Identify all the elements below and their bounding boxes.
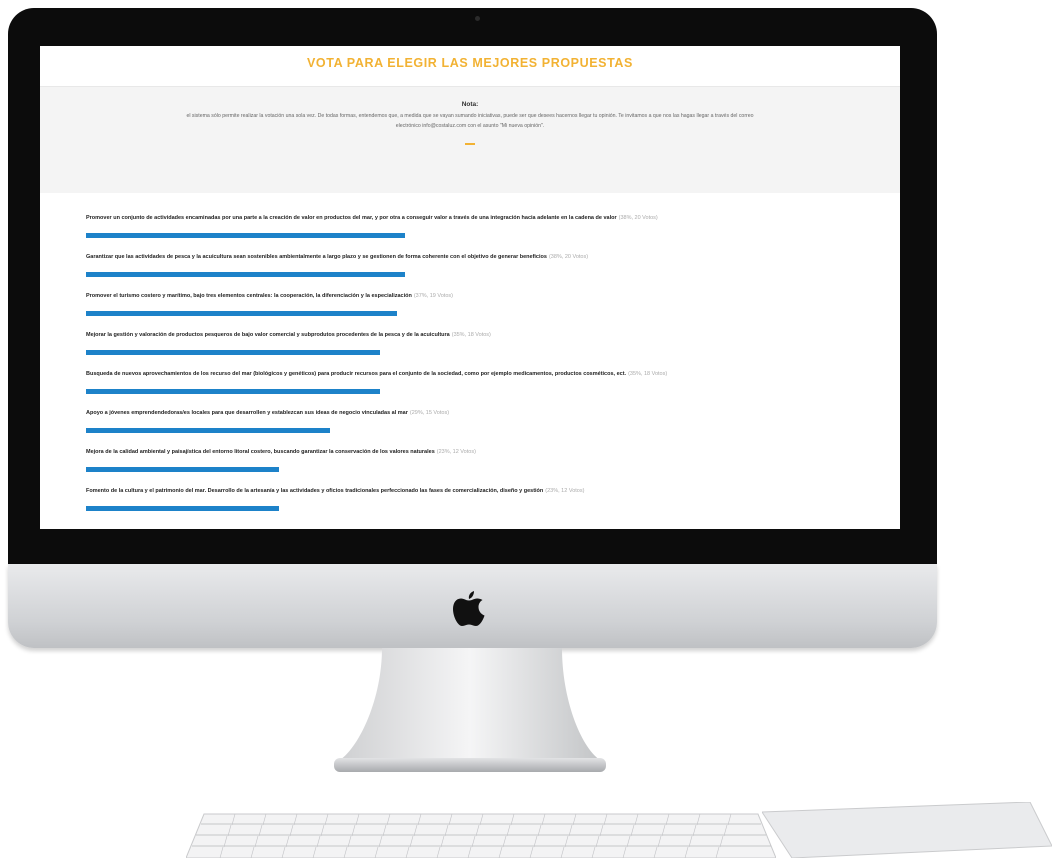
poll-result-bar [86, 467, 280, 472]
poll-option-result: (23%, 12 Votos) [436, 449, 476, 455]
poll-option: Garantizar que las actividades de pesca … [86, 252, 900, 291]
apple-logo-icon [453, 591, 485, 626]
camera-icon [475, 16, 480, 21]
poll-option-label: Promover un conjunto de actividades enca… [86, 213, 900, 223]
poll-option-text: Busqueda de nuevos aprovechamientos de l… [86, 371, 627, 377]
note-box: Nota: el sistema sólo permite realizar l… [40, 87, 900, 193]
poll-option-label: Garantizar que las actividades de pesca … [86, 252, 900, 262]
poll-option-result: (35%, 18 Votos) [628, 371, 668, 377]
imac-stand [334, 648, 606, 772]
browser-viewport[interactable]: VOTA PARA ELEGIR LAS MEJORES PROPUESTAS … [40, 46, 900, 529]
poll-results-list: Promover un conjunto de actividades enca… [40, 193, 900, 525]
poll-option-text: Garantizar que las actividades de pesca … [86, 254, 547, 260]
poll-result-bar [86, 506, 280, 511]
poll-option-result: (38%, 20 Votos) [548, 254, 589, 260]
poll-option-text: Apoyo a jóvenes emprendendedoras/es loca… [86, 410, 408, 416]
poll-option-result: (29%, 15 Votos) [409, 410, 450, 416]
poll-option: Promover el turismo costero y marítimo, … [86, 291, 900, 330]
poll-option-text: Mejora de la calidad ambiental y paisají… [86, 449, 435, 455]
trackpad [762, 802, 1052, 858]
note-title: Nota: [461, 101, 479, 108]
note-text: el sistema sólo permite realizar la vota… [186, 113, 754, 129]
poll-option-label: Busqueda de nuevos aprovechamientos de l… [86, 369, 900, 379]
poll-option-text: Promover un conjunto de actividades enca… [86, 215, 617, 221]
poll-result-bar [86, 350, 380, 355]
poll-option-text: Fomento de la cultura y el patrimonio de… [86, 488, 544, 494]
poll-result-bar [86, 428, 330, 433]
poll-result-bar [86, 311, 397, 316]
poll-option-label: Mejora de la calidad ambiental y paisají… [86, 447, 900, 457]
poll-option-label: Promover el turismo costero y marítimo, … [86, 291, 900, 301]
poll-option-label: Mejorar la gestión y valoración de produ… [86, 330, 900, 340]
poll-option-result: (37%, 19 Votos) [413, 293, 453, 299]
poll-option: Mejorar la gestión y valoración de produ… [86, 330, 900, 369]
poll-option: Fomento de la cultura y el patrimonio de… [86, 486, 900, 525]
poll-option-text: Mejorar la gestión y valoración de produ… [86, 332, 450, 338]
poll-option-label: Fomento de la cultura y el patrimonio de… [86, 486, 900, 496]
keyboard [186, 813, 776, 858]
poll-option-result: (38%, 20 Votos) [618, 215, 658, 221]
poll-result-bar [86, 389, 380, 394]
page-title: VOTA PARA ELEGIR LAS MEJORES PROPUESTAS [40, 46, 900, 87]
poll-result-bar [86, 233, 406, 238]
poll-option-result: (23%, 12 Votos) [545, 488, 585, 494]
poll-option-text: Promover el turismo costero y marítimo, … [86, 293, 412, 299]
poll-option: Mejora de la calidad ambiental y paisají… [86, 447, 900, 486]
divider [465, 143, 475, 145]
poll-option: Apoyo a jóvenes emprendendedoras/es loca… [86, 408, 900, 447]
poll-result-bar [86, 272, 406, 277]
poll-option-label: Apoyo a jóvenes emprendendedoras/es loca… [86, 408, 900, 418]
poll-option-result: (35%, 18 Votos) [451, 332, 491, 338]
poll-option: Busqueda de nuevos aprovechamientos de l… [86, 369, 900, 408]
poll-option: Promover un conjunto de actividades enca… [86, 213, 900, 252]
